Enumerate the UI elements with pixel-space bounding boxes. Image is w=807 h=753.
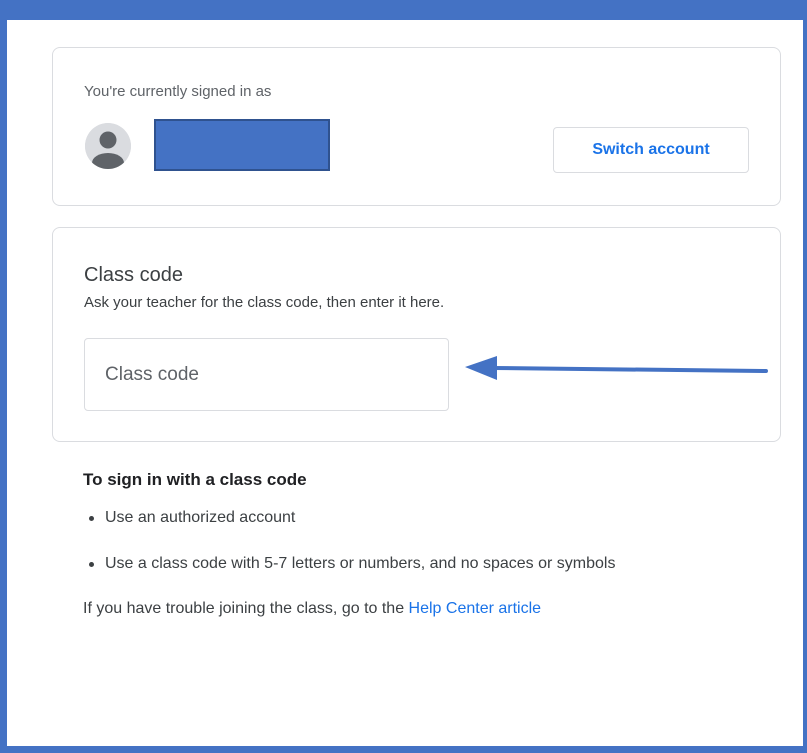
help-center-prefix: If you have trouble joining the class, g… <box>83 600 405 617</box>
redacted-account-name <box>154 119 330 171</box>
class-code-help-heading: To sign in with a class code <box>83 470 307 489</box>
signed-in-label: You're currently signed in as <box>84 83 272 100</box>
list-item: Use an authorized account <box>83 508 615 528</box>
class-code-instructions: Ask your teacher for the class code, the… <box>84 294 445 311</box>
list-item: Use a class code with 5-7 letters or num… <box>83 554 615 574</box>
screenshot-frame: You're currently signed in as Switch acc… <box>7 20 803 746</box>
class-code-card: Class code Ask your teacher for the clas… <box>52 227 781 442</box>
arrow-left-icon <box>465 356 768 380</box>
help-center-link[interactable]: Help Center article <box>409 600 542 617</box>
person-avatar-icon <box>85 123 131 169</box>
switch-account-button[interactable]: Switch account <box>553 127 749 173</box>
class-code-title: Class code <box>84 264 183 286</box>
class-code-input[interactable] <box>84 338 449 411</box>
class-code-requirements-list: Use an authorized account Use a class co… <box>83 508 615 574</box>
account-card: You're currently signed in as Switch acc… <box>52 47 781 206</box>
avatar-icon <box>85 123 131 169</box>
help-center-line: If you have trouble joining the class, g… <box>83 600 541 618</box>
